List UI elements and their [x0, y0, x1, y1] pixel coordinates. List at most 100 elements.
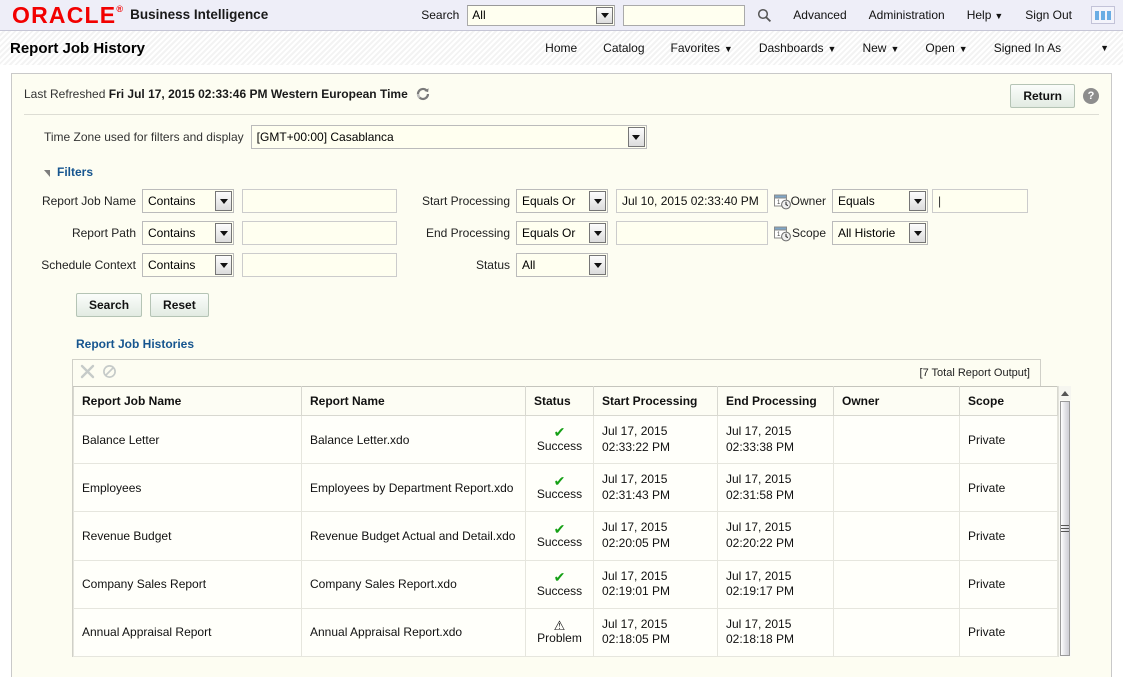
- nav-item-favorites[interactable]: Favorites ▼: [658, 41, 746, 55]
- start-time: 02:19:01 PM: [602, 584, 671, 599]
- search-input[interactable]: [623, 4, 746, 26]
- header-link-help-label: Help: [966, 8, 992, 22]
- chevron-down-icon[interactable]: [589, 255, 606, 275]
- nav-item-signed-in-as[interactable]: Signed In As: [981, 41, 1074, 55]
- table-row[interactable]: Revenue Budget Revenue Budget Actual and…: [73, 511, 1058, 561]
- chevron-down-icon: ▼: [890, 44, 900, 54]
- column-header-status[interactable]: Status: [525, 386, 594, 416]
- table-vertical-scrollbar[interactable]: [1058, 386, 1071, 657]
- chevron-down-icon[interactable]: [627, 127, 645, 147]
- chevron-down-icon[interactable]: [589, 223, 606, 243]
- cell-end-processing: Jul 17, 2015 02:18:18 PM: [717, 607, 834, 657]
- column-header-owner[interactable]: Owner: [833, 386, 960, 416]
- warning-problem-icon: ⚠: [553, 617, 566, 633]
- nav-item-home[interactable]: Home: [532, 41, 590, 55]
- filter-operator-status[interactable]: All: [516, 253, 608, 277]
- filter-operator-start-processing-value: Equals Or: [522, 194, 576, 208]
- refresh-icon[interactable]: [416, 87, 430, 104]
- chevron-down-icon[interactable]: [215, 191, 232, 211]
- scroll-up-arrow-icon[interactable]: [1059, 386, 1071, 400]
- search-scope-select[interactable]: All: [467, 4, 616, 26]
- cell-job-name: Company Sales Report: [73, 559, 302, 609]
- header-link-advanced[interactable]: Advanced: [782, 8, 857, 22]
- header-link-administration[interactable]: Administration: [858, 8, 956, 22]
- page-title: Report Job History: [10, 39, 146, 57]
- column-header-report-name[interactable]: Report Name: [301, 386, 526, 416]
- column-header-scope[interactable]: Scope: [959, 386, 1058, 416]
- search-icon[interactable]: [756, 7, 772, 23]
- triangle-down-icon[interactable]: [44, 169, 50, 177]
- filter-input-end-processing[interactable]: [616, 221, 768, 245]
- cell-owner: [833, 559, 960, 609]
- filter-operator-report-job-name[interactable]: Contains: [142, 189, 234, 213]
- filter-input-report-path[interactable]: [242, 221, 397, 245]
- nav-item-dashboards[interactable]: Dashboards ▼: [746, 41, 850, 55]
- nav-item-open[interactable]: Open ▼: [912, 41, 980, 55]
- cell-status-label: Problem: [537, 631, 582, 646]
- filter-input-schedule-context[interactable]: [242, 253, 397, 277]
- nav-item-favorites-label: Favorites: [670, 41, 720, 55]
- reset-button[interactable]: Reset: [150, 293, 209, 317]
- chevron-down-icon[interactable]: [215, 255, 232, 275]
- filter-operator-report-path[interactable]: Contains: [142, 221, 234, 245]
- timezone-select[interactable]: [GMT+00:00] Casablanca: [250, 125, 647, 149]
- report-job-histories-table-container: [7 Total Report Output] Report Job Name …: [72, 359, 1071, 657]
- chevron-down-icon[interactable]: [589, 191, 606, 211]
- table-body: Balance Letter Balance Letter.xdo ✔ Succe…: [73, 414, 1058, 657]
- start-date: Jul 17, 2015: [602, 616, 668, 631]
- help-icon[interactable]: ?: [1083, 88, 1099, 104]
- filter-operator-schedule-context[interactable]: Contains: [142, 253, 234, 277]
- filter-operator-owner[interactable]: Equals: [832, 189, 928, 213]
- table-row[interactable]: Employees Employees by Department Report…: [73, 463, 1058, 513]
- cell-report-name: Revenue Budget Actual and Detail.xdo: [301, 511, 526, 561]
- filter-input-owner[interactable]: |: [932, 189, 1028, 213]
- cancel-circle-icon[interactable]: [102, 364, 117, 382]
- table-row[interactable]: Company Sales Report Company Sales Repor…: [73, 559, 1058, 609]
- column-header-end-processing[interactable]: End Processing: [717, 386, 834, 416]
- chevron-down-icon[interactable]: [215, 223, 232, 243]
- table-row[interactable]: Balance Letter Balance Letter.xdo ✔ Succe…: [73, 414, 1058, 465]
- column-header-report-job-name[interactable]: Report Job Name: [73, 386, 302, 416]
- success-check-icon: ✔: [553, 472, 566, 489]
- search-button[interactable]: Search: [76, 293, 143, 317]
- cell-report-name: Annual Appraisal Report.xdo: [301, 607, 526, 657]
- scrollbar-thumb[interactable]: [1060, 401, 1070, 656]
- chevron-down-icon[interactable]: ▼: [1074, 43, 1115, 53]
- nav-item-catalog[interactable]: Catalog: [590, 41, 657, 55]
- end-date: Jul 17, 2015: [726, 616, 792, 631]
- filter-input-start-processing[interactable]: [616, 189, 768, 213]
- nav-item-new[interactable]: New ▼: [849, 41, 912, 55]
- app-grid-icon[interactable]: [1091, 6, 1115, 24]
- column-header-start-processing[interactable]: Start Processing: [593, 386, 718, 416]
- table-row[interactable]: Annual Appraisal Report Annual Appraisal…: [73, 607, 1058, 657]
- return-button[interactable]: Return: [1010, 84, 1075, 108]
- last-refreshed-value: Fri Jul 17, 2015 02:33:46 PM Western Eur…: [108, 87, 408, 101]
- filter-input-report-job-name[interactable]: [242, 189, 397, 213]
- header-link-sign-out[interactable]: Sign Out: [1014, 8, 1083, 22]
- chevron-down-icon[interactable]: [596, 6, 614, 24]
- cell-end-processing: Jul 17, 2015 02:31:58 PM: [717, 463, 834, 513]
- chevron-down-icon[interactable]: [909, 191, 926, 211]
- cell-job-name: Balance Letter: [73, 414, 302, 465]
- filter-operator-scope[interactable]: All Historie: [832, 221, 928, 245]
- scrollbar-track[interactable]: [1059, 400, 1071, 657]
- cell-report-name: Balance Letter.xdo: [301, 414, 526, 465]
- filter-operator-schedule-context-value: Contains: [148, 258, 196, 272]
- page-title-bar: Report Job History Home Catalog Favorite…: [0, 31, 1123, 65]
- cell-status: ✔ Success: [525, 559, 594, 609]
- table-header-row: Report Job Name Report Name Status Start…: [73, 386, 1058, 416]
- last-refreshed-text: Last Refreshed Fri Jul 17, 2015 02:33:46…: [24, 84, 430, 104]
- chevron-down-icon[interactable]: [909, 223, 926, 243]
- timezone-row: Time Zone used for filters and display […: [24, 115, 1099, 159]
- filter-operator-start-processing[interactable]: Equals Or: [516, 189, 608, 213]
- filter-operator-end-processing[interactable]: Equals Or: [516, 221, 608, 245]
- filter-operator-end-processing-value: Equals Or: [522, 226, 576, 240]
- table-grid-area: Report Job Name Report Name Status Start…: [73, 386, 1071, 657]
- filter-label-report-job-name: Report Job Name: [41, 194, 136, 208]
- filter-label-scope: Scope: [791, 226, 826, 240]
- delete-x-icon[interactable]: [80, 364, 95, 382]
- last-refreshed-label: Last Refreshed: [24, 87, 106, 101]
- nav-item-dashboards-label: Dashboards: [758, 41, 824, 55]
- filters-section-header[interactable]: Filters: [44, 165, 1099, 179]
- header-link-help[interactable]: Help ▼: [956, 8, 1015, 22]
